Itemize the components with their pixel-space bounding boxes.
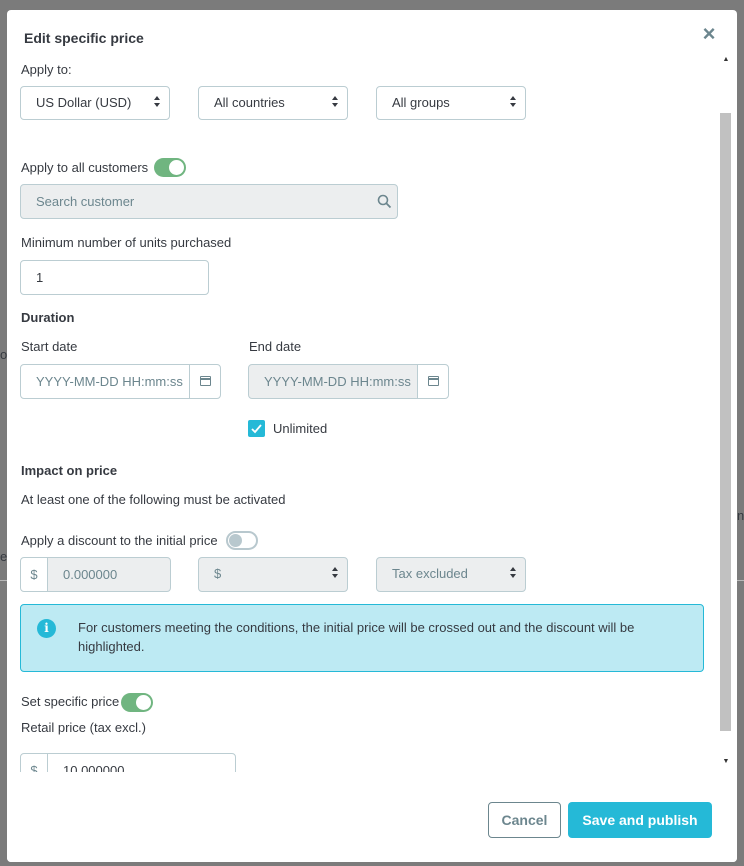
start-date-placeholder: YYYY-MM-DD HH:mm:ss <box>36 374 183 389</box>
discount-value: 0.000000 <box>63 567 118 582</box>
duration-heading: Duration <box>21 310 75 325</box>
country-select[interactable]: All countries <box>198 86 348 120</box>
scroll-up-icon[interactable]: ▲ <box>719 54 733 66</box>
modal-footer: Cancel Save and publish <box>7 772 737 862</box>
start-date-input[interactable]: YYYY-MM-DD HH:mm:ss <box>20 364 190 399</box>
select-arrows-icon <box>510 96 517 110</box>
min-units-value: 1 <box>36 270 44 285</box>
search-customer-placeholder: Search customer <box>36 194 135 209</box>
currency-select[interactable]: US Dollar (USD) <box>20 86 170 120</box>
unlimited-checkbox[interactable] <box>248 420 265 437</box>
apply-all-customers-label: Apply to all customers <box>21 160 149 175</box>
calendar-icon <box>428 376 439 386</box>
background-divider <box>737 580 744 581</box>
discount-currency-symbol: $ <box>30 567 38 582</box>
impact-heading: Impact on price <box>21 463 118 478</box>
retail-currency-symbol: $ <box>30 763 38 772</box>
background-divider <box>0 580 7 581</box>
end-date-calendar-button[interactable] <box>417 364 449 399</box>
info-alert-text: For customers meeting the conditions, th… <box>78 620 635 654</box>
min-units-label: Minimum number of units purchased <box>21 235 232 250</box>
background-text-fragment: n <box>737 508 744 523</box>
modal-body[interactable]: Apply to: US Dollar (USD) All countries … <box>7 48 719 772</box>
retail-price-input[interactable]: 10.000000 <box>47 753 236 772</box>
unlimited-label: Unlimited <box>273 421 328 436</box>
currency-select-value: US Dollar (USD) <box>36 95 132 110</box>
scrollbar-thumb[interactable] <box>720 113 731 731</box>
discount-currency-addon: $ <box>20 557 48 592</box>
select-arrows-icon <box>510 567 517 581</box>
min-units-input[interactable]: 1 <box>20 260 209 295</box>
save-and-publish-button[interactable]: Save and publish <box>568 802 712 838</box>
search-icon[interactable] <box>377 194 392 209</box>
discount-type-select[interactable]: $ <box>198 557 348 592</box>
info-icon: i <box>37 619 56 638</box>
specific-price-toggle[interactable] <box>121 693 153 712</box>
end-date-placeholder: YYYY-MM-DD HH:mm:ss <box>264 374 411 389</box>
discount-type-value: $ <box>214 566 222 581</box>
retail-price-label: Retail price (tax excl.) <box>21 720 146 735</box>
select-arrows-icon <box>332 96 339 110</box>
end-date-input[interactable]: YYYY-MM-DD HH:mm:ss <box>248 364 418 399</box>
toggle-knob <box>136 695 151 710</box>
start-date-label: Start date <box>21 339 78 354</box>
group-select[interactable]: All groups <box>376 86 526 120</box>
country-select-value: All countries <box>214 95 285 110</box>
group-select-value: All groups <box>392 95 450 110</box>
start-date-calendar-button[interactable] <box>189 364 221 399</box>
discount-label: Apply a discount to the initial price <box>21 533 218 548</box>
cancel-button[interactable]: Cancel <box>488 802 561 838</box>
select-arrows-icon <box>332 567 339 581</box>
checkmark-icon <box>251 424 262 434</box>
retail-currency-addon: $ <box>20 753 48 772</box>
specific-price-label: Set specific price <box>21 694 120 709</box>
tax-mode-select[interactable]: Tax excluded <box>376 557 526 592</box>
retail-price-value: 10.000000 <box>63 763 125 772</box>
select-arrows-icon <box>154 96 161 110</box>
discount-toggle[interactable] <box>226 531 258 550</box>
apply-to-label: Apply to: <box>21 62 72 77</box>
toggle-knob <box>169 160 184 175</box>
modal-scrollbar[interactable]: ▲ ▼ <box>719 50 733 772</box>
tax-mode-value: Tax excluded <box>392 566 468 581</box>
end-date-label: End date <box>249 339 302 354</box>
calendar-icon <box>200 376 211 386</box>
close-icon[interactable]: × <box>699 23 719 45</box>
scroll-down-icon[interactable]: ▼ <box>719 756 733 768</box>
modal-title: Edit specific price <box>24 30 144 46</box>
apply-all-customers-toggle[interactable] <box>154 158 186 177</box>
search-customer-input[interactable]: Search customer <box>20 184 398 219</box>
impact-note: At least one of the following must be ac… <box>21 492 286 507</box>
info-alert: i For customers meeting the conditions, … <box>20 604 704 672</box>
discount-value-input[interactable]: 0.000000 <box>47 557 171 592</box>
toggle-knob <box>229 534 242 547</box>
edit-specific-price-modal: Edit specific price × Apply to: US Dolla… <box>7 10 737 862</box>
